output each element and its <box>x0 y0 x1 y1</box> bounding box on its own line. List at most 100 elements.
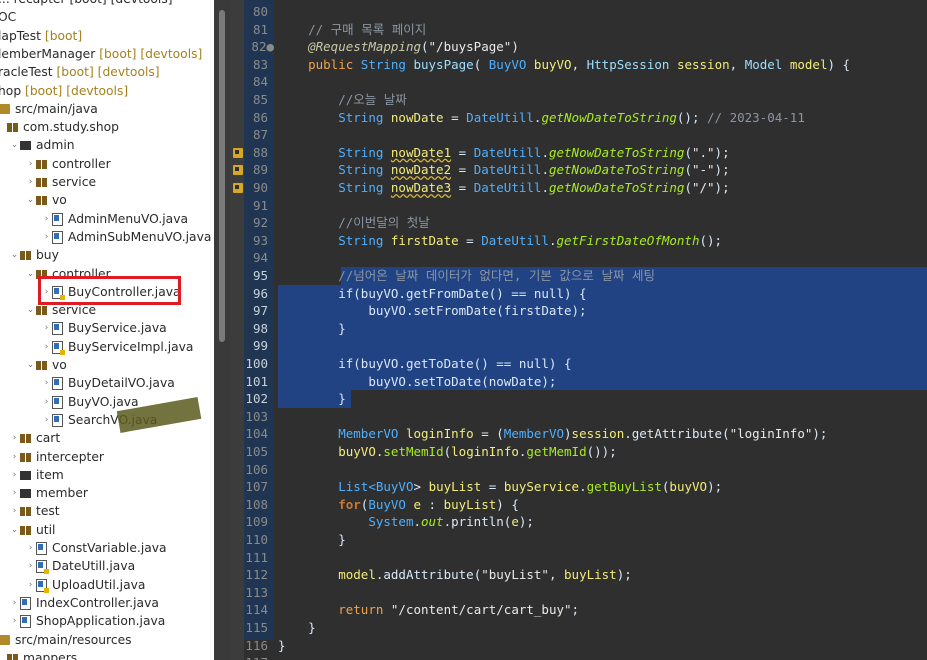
code-line[interactable]: String nowDate1 = DateUtill.getNowDateTo… <box>278 144 729 162</box>
code-line[interactable]: } <box>278 637 286 655</box>
tree-item[interactable]: › BuyServiceImpl.java <box>42 338 193 356</box>
code-token: String <box>338 232 391 248</box>
code-line[interactable]: return "/content/cart/cart_buy"; <box>278 601 579 619</box>
scrollbar-thumb[interactable] <box>219 10 225 342</box>
code-token: out <box>421 514 444 530</box>
code-token: , <box>729 56 745 72</box>
chevron-right-icon[interactable]: › <box>42 393 51 411</box>
tree-item[interactable]: › BuyDetailVO.java <box>42 374 175 392</box>
chevron-right-icon[interactable]: › <box>10 448 19 466</box>
chevron-right-icon[interactable]: › <box>10 429 19 447</box>
tree-item[interactable]: › AdminSubMenuVO.java <box>42 228 211 246</box>
code-line[interactable]: buyVO.setFromDate(firstDate); <box>278 302 586 320</box>
code-line[interactable]: buyVO.setToDate(nowDate); <box>278 373 556 391</box>
code-token: DateUtill <box>473 180 542 195</box>
code-line[interactable]: //넘어온 날짜 데이터가 없다면, 기본 값으로 날짜 세팅 <box>278 267 655 285</box>
tree-item[interactable]: › BuyService.java <box>42 319 167 337</box>
chevron-right-icon[interactable]: › <box>10 466 19 484</box>
warning-icon[interactable] <box>233 147 243 158</box>
code-line[interactable]: } <box>278 320 346 338</box>
tree-item[interactable]: › cart <box>10 429 61 447</box>
code-line[interactable]: model.addAttribute("buyList", buyList); <box>278 566 632 584</box>
chevron-down-icon[interactable]: ⌄ <box>10 521 19 539</box>
tree-item[interactable]: › service <box>26 173 96 191</box>
package-icon <box>20 451 31 462</box>
code-line[interactable]: buyVO.setMemId(loginInfo.getMemId()); <box>278 443 617 461</box>
chevron-down-icon[interactable]: ⌄ <box>26 356 35 374</box>
tree-item[interactable]: › test <box>10 502 60 520</box>
chevron-right-icon[interactable]: › <box>42 374 51 392</box>
chevron-right-icon[interactable]: › <box>26 576 35 594</box>
chevron-right-icon[interactable]: › <box>42 228 51 246</box>
chevron-right-icon[interactable]: › <box>42 210 51 228</box>
chevron-right-icon[interactable]: › <box>26 539 35 557</box>
code-line[interactable]: for(BuyVO e : buyList) { <box>278 496 519 514</box>
chevron-down-icon[interactable]: ⌄ <box>10 136 19 154</box>
chevron-right-icon[interactable]: › <box>10 502 19 520</box>
code-line[interactable]: } <box>278 531 346 549</box>
code-line[interactable]: } <box>278 390 346 408</box>
tree-item[interactable]: › ConstVariable.java <box>26 539 167 557</box>
code-line[interactable]: //오늘 날짜 <box>278 91 407 109</box>
warning-icon[interactable] <box>233 183 243 193</box>
chevron-right-icon[interactable]: › <box>10 594 19 612</box>
chevron-down-icon[interactable]: ⌄ <box>26 301 35 319</box>
tree-item[interactable]: hop [boot] [devtools] <box>0 82 128 100</box>
tree-item[interactable]: › DateUtill.java <box>26 557 135 575</box>
tree-item[interactable]: ⌄ vo <box>26 191 67 209</box>
tree-item[interactable]: OC <box>0 8 16 26</box>
tree-item[interactable]: com.study.shop <box>6 118 119 136</box>
tree-item[interactable]: ⌄ util <box>10 521 56 539</box>
chevron-down-icon[interactable]: ⌄ <box>26 191 35 209</box>
tree-item[interactable]: ⌄ vo <box>26 356 67 374</box>
code-line[interactable]: if(buyVO.getToDate() == null) { <box>278 355 571 373</box>
chevron-right-icon[interactable]: › <box>10 612 19 630</box>
chevron-right-icon[interactable]: › <box>26 173 35 191</box>
code-line[interactable]: MemberVO loginInfo = (MemberVO)session.g… <box>278 425 827 443</box>
tree-item[interactable]: racleTest [boot] [devtools] <box>0 63 160 81</box>
tree-item[interactable]: › intercepter <box>10 448 104 466</box>
code-line[interactable]: // 구매 목록 페이지 <box>278 21 426 39</box>
chevron-right-icon[interactable]: › <box>42 319 51 337</box>
code-line[interactable]: System.out.println(e); <box>278 513 534 531</box>
code-line[interactable]: String firstDate = DateUtill.getFirstDat… <box>278 232 722 250</box>
tree-item[interactable]: mappers <box>6 649 77 660</box>
code-line[interactable]: } <box>278 619 316 637</box>
tree-item-label: OC <box>0 10 17 25</box>
chevron-right-icon[interactable]: › <box>26 557 35 575</box>
tree-item[interactable]: lemberManager [boot] [devtools] <box>0 45 202 63</box>
tree-item[interactable]: ⌄ buy <box>10 246 59 264</box>
chevron-down-icon[interactable]: ⌄ <box>10 246 19 264</box>
tree-item[interactable]: › AdminMenuVO.java <box>42 210 188 228</box>
chevron-right-icon[interactable]: › <box>42 411 51 429</box>
code-line[interactable]: if(buyVO.getFromDate() == null) { <box>278 285 586 303</box>
tree-item[interactable]: › controller <box>26 155 111 173</box>
tree-item[interactable]: › member <box>10 484 88 502</box>
tree-item[interactable]: lapTest [boot] <box>0 27 82 45</box>
code-line[interactable]: //이번달의 첫날 <box>278 214 430 232</box>
code-token: } <box>308 620 316 635</box>
tree-item[interactable]: › BuyVO.java <box>42 393 139 411</box>
code-line[interactable]: public String buysPage( BuyVO buyVO, Htt… <box>278 56 850 74</box>
code-line[interactable]: String nowDate = DateUtill.getNowDateToS… <box>278 109 805 127</box>
code-line[interactable]: String nowDate3 = DateUtill.getNowDateTo… <box>278 179 729 197</box>
tree-item[interactable]: src/main/resources <box>0 631 132 649</box>
code-token: buyVO <box>533 56 572 72</box>
code-line[interactable]: String nowDate2 = DateUtill.getNowDateTo… <box>278 161 729 179</box>
chevron-right-icon[interactable]: › <box>10 484 19 502</box>
tree-item[interactable]: › UploadUtil.java <box>26 576 145 594</box>
line-number: 83 <box>252 56 268 72</box>
chevron-right-icon[interactable]: › <box>42 338 51 356</box>
chevron-right-icon[interactable]: › <box>26 155 35 173</box>
chevron-down-icon[interactable]: ⌄ <box>26 265 35 283</box>
tree-item[interactable]: › IndexController.java <box>10 594 159 612</box>
warning-icon[interactable] <box>233 165 243 176</box>
tree-item[interactable]: › ShopApplication.java <box>10 612 165 630</box>
tree-item[interactable]: › item <box>10 466 64 484</box>
code-line[interactable]: List<BuyVO> buyList = buyService.getBuyL… <box>278 478 722 496</box>
tree-item[interactable]: ... recapter [boot] [devtools] <box>0 0 173 8</box>
tree-item[interactable]: ⌄ admin <box>10 136 75 154</box>
code-editor[interactable]: 80 81 // 구매 목록 페이지 82● @RequestMapping("/b… <box>230 0 927 660</box>
code-line[interactable]: @RequestMapping("/buysPage") <box>278 38 519 56</box>
tree-item[interactable]: src/main/java <box>0 100 98 118</box>
